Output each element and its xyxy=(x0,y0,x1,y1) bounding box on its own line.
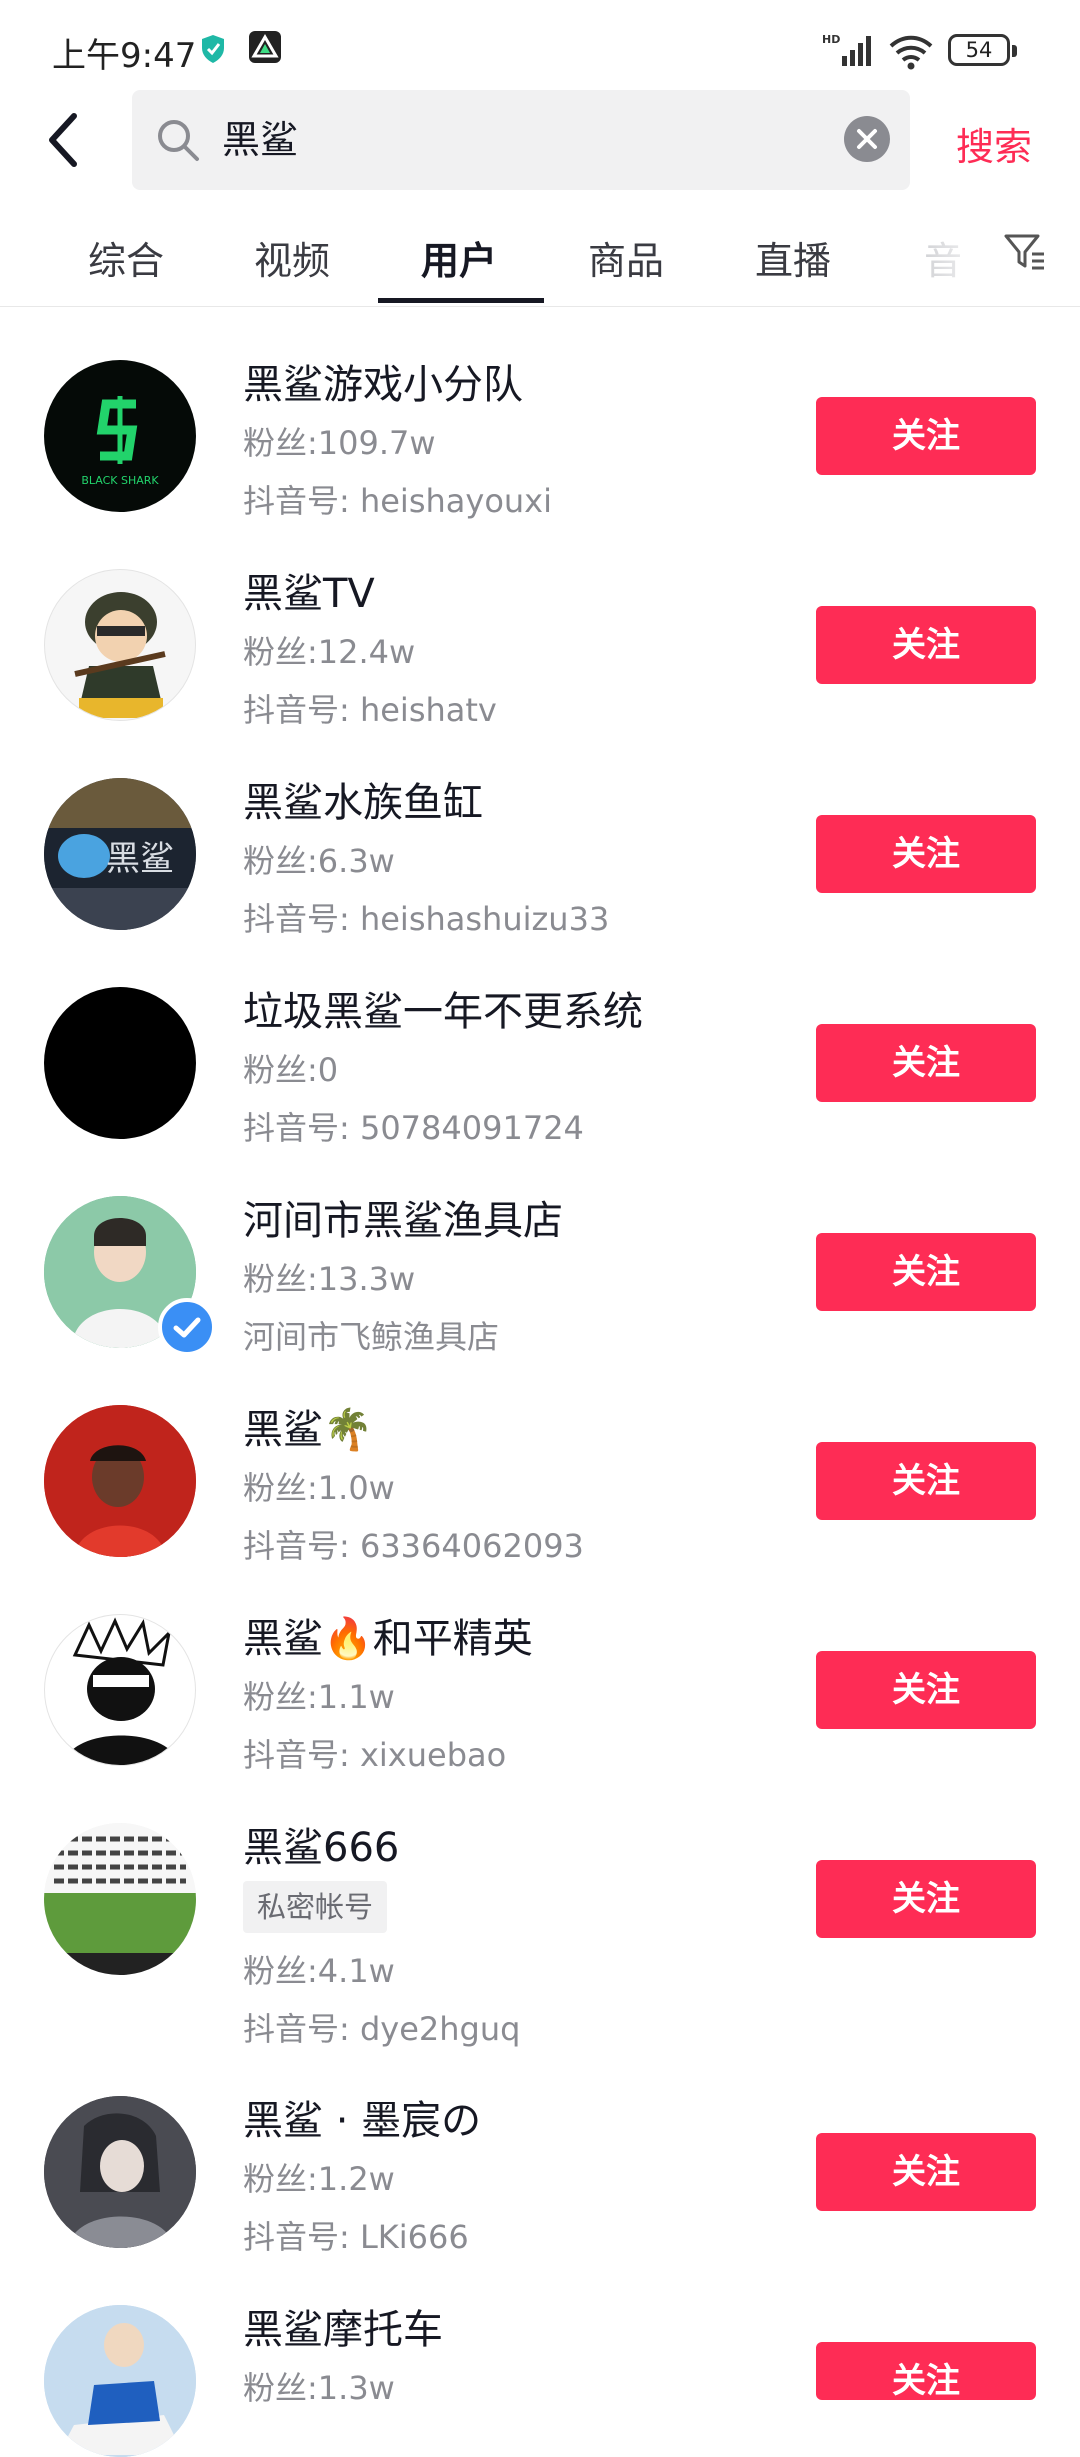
clear-search-button[interactable] xyxy=(844,116,890,162)
avatar xyxy=(44,1405,196,1557)
avatar: 黑鲨 xyxy=(44,778,196,930)
user-id: 抖音号: xixuebao xyxy=(243,1736,507,1774)
follow-button[interactable]: 关注 xyxy=(816,2342,1036,2401)
tab-all[interactable]: 综合 xyxy=(88,230,164,285)
user-id: 抖音号: heishashuizu33 xyxy=(243,900,610,938)
tab-live[interactable]: 直播 xyxy=(755,230,831,285)
avatar xyxy=(44,987,196,1139)
follow-button[interactable]: 关注 xyxy=(816,1024,1036,1102)
signal-icon: HD xyxy=(822,33,871,66)
search-submit-button[interactable]: 搜索 xyxy=(956,116,1032,171)
follow-button[interactable]: 关注 xyxy=(816,1442,1036,1520)
follow-button[interactable]: 关注 xyxy=(816,1651,1036,1729)
search-input[interactable]: 黑鲨 xyxy=(222,108,782,172)
svg-text:BLACK SHARK: BLACK SHARK xyxy=(81,474,159,487)
avatar xyxy=(44,2305,196,2457)
user-id: 抖音号: heishatv xyxy=(243,691,497,729)
search-icon xyxy=(158,120,199,161)
user-name: 黑鲨🌴 xyxy=(243,1407,373,1453)
avatar xyxy=(44,1823,196,1975)
follower-count: 粉丝:1.2w xyxy=(243,2160,395,2198)
user-name: 黑鲨游戏小分队 xyxy=(243,362,523,408)
follower-count: 粉丝:6.3w xyxy=(243,842,395,880)
avatar xyxy=(44,1614,196,1766)
status-time: 上午9:47 xyxy=(52,36,197,76)
search-box[interactable]: 黑鲨 xyxy=(132,90,910,190)
user-name: 黑鲨 · 墨宸の xyxy=(243,2098,482,2144)
app-notification-icon xyxy=(249,31,281,63)
verified-badge-icon xyxy=(158,1298,216,1356)
private-account-badge: 私密帐号 xyxy=(243,1881,388,1933)
svg-text:HD: HD xyxy=(822,33,840,46)
follower-count: 粉丝:12.4w xyxy=(243,633,416,671)
filter-icon[interactable] xyxy=(1002,230,1046,274)
svg-text:黑鲨: 黑鲨 xyxy=(106,839,174,879)
follower-count: 粉丝:109.7w xyxy=(243,424,436,462)
follower-count: 粉丝:1.0w xyxy=(243,1469,395,1507)
user-name: 黑鲨摩托车 xyxy=(243,2307,443,2353)
follower-count: 粉丝:13.3w xyxy=(243,1260,416,1298)
tab-users[interactable]: 用户 xyxy=(421,230,497,285)
user-id: 抖音号: dye2hguq xyxy=(243,2010,521,2048)
tab-videos[interactable]: 视频 xyxy=(254,230,330,285)
follow-button[interactable]: 关注 xyxy=(816,815,1036,893)
battery-icon: 54 xyxy=(948,34,1017,66)
active-tab-indicator xyxy=(378,298,544,303)
follower-count: 粉丝:1.3w xyxy=(243,2369,395,2407)
user-id: 抖音号: 50784091724 xyxy=(243,1109,584,1147)
user-name: 垃圾黑鲨一年不更系统 xyxy=(243,989,643,1035)
wifi-icon xyxy=(889,35,933,70)
avatar xyxy=(44,2096,196,2248)
user-name: 河间市黑鲨渔具店 xyxy=(243,1198,563,1244)
follow-button[interactable]: 关注 xyxy=(816,1233,1036,1311)
follow-button[interactable]: 关注 xyxy=(816,397,1036,475)
user-name: 黑鲨666 xyxy=(243,1825,400,1871)
back-arrow-icon[interactable] xyxy=(40,108,90,172)
follower-count: 粉丝:1.1w xyxy=(243,1678,395,1716)
user-name: 黑鲨🔥和平精英 xyxy=(243,1616,533,1662)
follower-count: 粉丝:0 xyxy=(243,1051,339,1089)
search-tabs: 综合 视频 用户 商品 直播 音 xyxy=(0,200,1080,307)
follower-count: 粉丝:4.1w xyxy=(243,1952,395,1990)
status-bar: 上午9:47 HD 54 xyxy=(0,0,1080,100)
user-name: 黑鲨TV xyxy=(243,571,375,617)
shield-icon xyxy=(202,35,224,63)
user-name: 黑鲨水族鱼缸 xyxy=(243,780,483,826)
close-icon xyxy=(857,129,877,149)
follow-button[interactable]: 关注 xyxy=(816,1860,1036,1938)
avatar xyxy=(44,569,196,721)
follow-button[interactable]: 关注 xyxy=(816,2133,1036,2211)
tab-products[interactable]: 商品 xyxy=(588,230,664,285)
user-id: 抖音号: heishayouxi xyxy=(243,482,553,520)
user-description: 河间市飞鲸渔具店 xyxy=(243,1318,500,1356)
user-id: 抖音号: LKi666 xyxy=(243,2218,469,2256)
user-id: 抖音号: 63364062093 xyxy=(243,1527,584,1565)
follow-button[interactable]: 关注 xyxy=(816,606,1036,684)
avatar: BLACK SHARK xyxy=(44,360,196,512)
